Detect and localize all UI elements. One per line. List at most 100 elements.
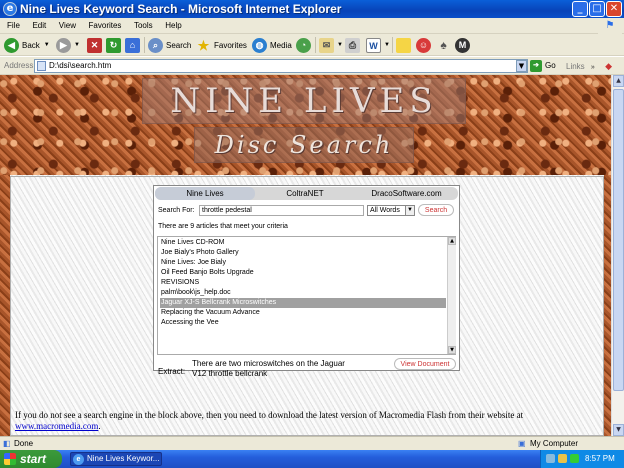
list-item[interactable]: Nine Lives: Joe Bialy: [160, 258, 446, 268]
back-button[interactable]: ◀ Back ▼: [4, 36, 50, 54]
start-label: start: [20, 452, 47, 466]
address-dropdown-icon[interactable]: ▼: [516, 60, 527, 72]
messenger-icon: ☺: [416, 37, 431, 53]
clock: 8:57 PM: [585, 454, 615, 463]
list-item[interactable]: palm\book\js_help.doc: [160, 288, 446, 298]
granite-border-left: [0, 175, 10, 436]
norton-icon[interactable]: ◆: [605, 61, 612, 71]
notice-end: .: [98, 421, 101, 431]
macromedia-link[interactable]: www.macromedia.com: [15, 421, 98, 431]
home-icon: ⌂: [125, 37, 140, 53]
print-icon: ⎙: [345, 37, 360, 53]
scroll-up-icon[interactable]: ▲: [448, 237, 456, 245]
page-scrollbar[interactable]: ▲ ▼: [611, 75, 624, 436]
list-item[interactable]: Nine Lives CD-ROM: [160, 238, 446, 248]
mail-button[interactable]: ✉ ▼: [319, 36, 343, 54]
ie-logo-icon: e: [3, 2, 17, 16]
menu-help[interactable]: Help: [165, 18, 181, 34]
start-button[interactable]: start: [0, 450, 62, 468]
status-bar: ◧ Done ▣ My Computer: [0, 436, 624, 450]
taskbar-item-ie[interactable]: e Nine Lives Keywor...: [70, 452, 162, 466]
favorites-button[interactable]: ★ Favorites: [196, 36, 247, 54]
refresh-button[interactable]: ↻: [106, 36, 124, 54]
research-button[interactable]: ♠: [436, 36, 454, 54]
address-input[interactable]: D:\dsi\search.htm: [34, 59, 528, 73]
results-scrollbar[interactable]: ▲ ▼: [447, 237, 456, 354]
print-button[interactable]: ⎙: [345, 36, 363, 54]
search-button[interactable]: ⌕ Search: [148, 36, 191, 54]
minimize-button[interactable]: _: [572, 1, 588, 17]
scroll-down-icon[interactable]: ▼: [448, 346, 456, 354]
chevron-down-icon[interactable]: ▼: [405, 206, 414, 215]
tab-nine-lives[interactable]: Nine Lives: [155, 187, 255, 200]
links-label: Links: [566, 62, 585, 71]
title-bar: e Nine Lives Keyword Search - Microsoft …: [0, 0, 624, 18]
scroll-down-icon[interactable]: ▼: [613, 424, 624, 436]
windows-flag-icon: [4, 453, 16, 465]
messenger-button[interactable]: ☺: [416, 36, 434, 54]
forward-button[interactable]: ▶ ▼: [56, 36, 80, 54]
back-arrow-icon: ◀: [4, 37, 19, 53]
nine-lives-logo: NINE LIVES: [142, 78, 466, 124]
tool-icon: M: [455, 37, 470, 53]
search-icon: ⌕: [148, 37, 163, 53]
list-item[interactable]: Accessing the Vee: [160, 318, 446, 328]
menu-view[interactable]: View: [59, 18, 76, 34]
edit-button[interactable]: W ▼: [366, 36, 390, 54]
menu-file[interactable]: File: [7, 18, 20, 34]
list-item[interactable]: Replacing the Vacuum Advance: [160, 308, 446, 318]
go-button[interactable]: ➔ Go: [530, 59, 556, 73]
back-label: Back: [22, 40, 40, 50]
search-for-label: Search For:: [158, 207, 195, 214]
list-item-selected[interactable]: Jaguar XJ-S Bellcrank Microswitches: [160, 298, 446, 308]
search-label: Search: [166, 40, 192, 50]
home-button[interactable]: ⌂: [125, 36, 143, 54]
menu-tools[interactable]: Tools: [134, 18, 153, 34]
security-icon[interactable]: [570, 454, 579, 463]
links-button[interactable]: Links » ◆: [566, 59, 612, 75]
discuss-button[interactable]: [396, 36, 414, 54]
history-button[interactable]: ◔: [296, 36, 314, 54]
history-icon: ◔: [296, 37, 311, 53]
window-title: Nine Lives Keyword Search - Microsoft In…: [20, 2, 342, 16]
windows-logo-icon: ⚑: [598, 18, 622, 34]
chevron-down-icon[interactable]: ▼: [337, 42, 343, 48]
match-mode-select[interactable]: All Words ▼: [367, 205, 415, 216]
menu-favorites[interactable]: Favorites: [89, 18, 122, 34]
list-item[interactable]: REVISIONS: [160, 278, 446, 288]
close-button[interactable]: ✕: [606, 1, 622, 17]
volume-icon[interactable]: [558, 454, 567, 463]
list-item[interactable]: Joe Bialy's Photo Gallery: [160, 248, 446, 258]
research-icon: ♠: [440, 37, 447, 52]
disc-search-logo: Disc Search: [194, 127, 414, 163]
logo-text: NINE LIVES: [170, 81, 438, 121]
scroll-up-icon[interactable]: ▲: [613, 75, 624, 87]
chevron-down-icon[interactable]: ▼: [384, 42, 390, 48]
view-document-button[interactable]: View Document: [394, 358, 456, 370]
chevron-right-icon: »: [590, 64, 595, 71]
search-submit-button[interactable]: Search: [418, 204, 454, 216]
page-icon: [37, 61, 46, 71]
results-list: Nine Lives CD-ROM Joe Bialy's Photo Gall…: [157, 236, 456, 355]
scroll-thumb[interactable]: [613, 89, 624, 391]
stop-button[interactable]: ✕: [87, 36, 105, 54]
mail-icon: ✉: [319, 37, 334, 53]
favorites-label: Favorites: [214, 40, 247, 50]
maximize-button[interactable]: □: [589, 1, 605, 17]
chevron-down-icon[interactable]: ▼: [44, 42, 50, 48]
tab-dracosoftware[interactable]: DracoSoftware.com: [355, 187, 458, 200]
ie-logo-icon: e: [73, 454, 84, 465]
toolbar-separator: [315, 37, 316, 53]
list-item[interactable]: Oil Feed Banjo Bolts Upgrade: [160, 268, 446, 278]
extra-tool-button[interactable]: M: [455, 36, 473, 54]
page-content: NINE LIVES Disc Search Nine Lives Coltra…: [0, 75, 611, 436]
menu-edit[interactable]: Edit: [32, 18, 46, 34]
address-label: Address: [4, 61, 34, 70]
media-button[interactable]: ◍ Media: [252, 36, 292, 54]
search-input[interactable]: throttle pedestal: [199, 205, 364, 216]
chevron-down-icon[interactable]: ▼: [74, 42, 80, 48]
network-icon[interactable]: [546, 454, 555, 463]
notice-text: If you do not see a search engine in the…: [15, 410, 524, 420]
tab-coltranet[interactable]: ColtraNET: [255, 187, 355, 200]
taskbar: start e Nine Lives Keywor... 8:57 PM: [0, 450, 624, 468]
